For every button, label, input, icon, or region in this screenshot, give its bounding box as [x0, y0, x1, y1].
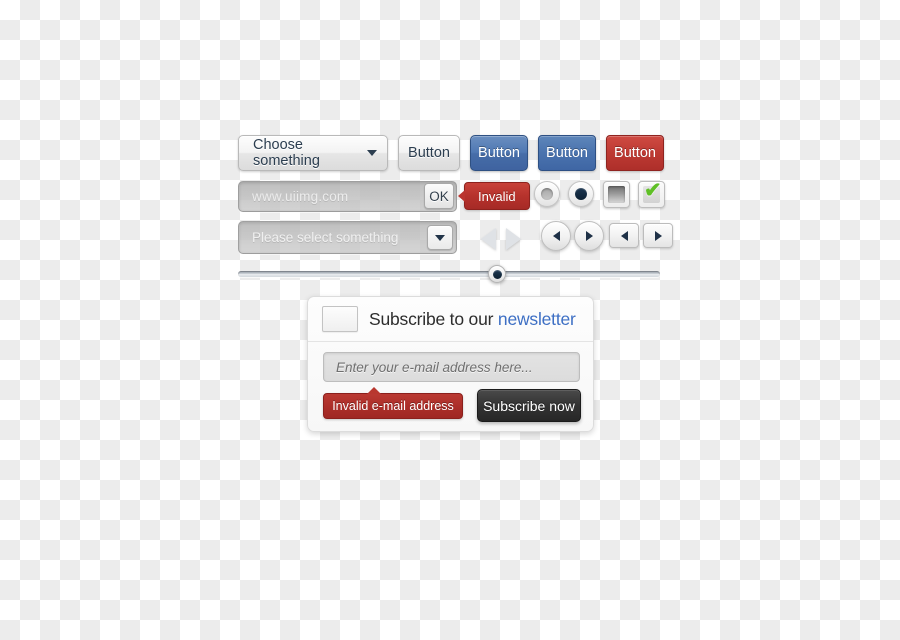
- subscribe-panel-header: Subscribe to our newsletter: [308, 297, 593, 342]
- slider-handle[interactable]: [488, 265, 507, 283]
- checkbox-inner-icon: [608, 186, 625, 203]
- red-button[interactable]: Button: [606, 135, 664, 171]
- checkbox-checked[interactable]: ✔: [638, 180, 665, 208]
- blue-button-primary[interactable]: Button: [470, 135, 528, 171]
- select-caret-button[interactable]: [427, 225, 453, 250]
- triangle-left-icon: [620, 230, 628, 241]
- radio-dot-filled-icon: [575, 188, 587, 200]
- email-input[interactable]: Enter your e-mail address here...: [323, 352, 580, 382]
- subscribe-title: Subscribe to our newsletter: [369, 309, 576, 330]
- email-input-placeholder: Enter your e-mail address here...: [336, 359, 533, 375]
- chevron-down-icon: [367, 150, 377, 156]
- chevron-down-icon: [435, 234, 445, 241]
- invalid-email-message: Invalid e-mail address: [323, 387, 463, 419]
- select-placeholder: Please select something: [252, 230, 399, 245]
- invalid-tooltip: Invalid: [458, 182, 530, 210]
- checkbox-inner-icon: ✔: [643, 180, 662, 203]
- slider-handle-core-icon: [492, 269, 502, 279]
- select-please-choose[interactable]: Please select something: [238, 221, 457, 254]
- slider-track[interactable]: [238, 271, 660, 277]
- check-mark-icon: ✔: [644, 179, 662, 202]
- triangle-right-icon[interactable]: [506, 228, 521, 250]
- checkbox-unchecked[interactable]: [603, 181, 630, 208]
- triangle-left-icon[interactable]: [481, 228, 496, 250]
- dropdown-label: Choose something: [253, 137, 320, 169]
- blue-button-secondary[interactable]: Button: [538, 135, 596, 171]
- rect-arrow-right-button[interactable]: [643, 223, 673, 248]
- triangle-left-icon: [552, 231, 560, 241]
- triangle-right-icon: [654, 230, 662, 241]
- ok-button[interactable]: OK: [424, 183, 454, 209]
- rect-arrow-left-button[interactable]: [609, 223, 639, 248]
- slider[interactable]: [238, 265, 660, 283]
- circle-arrow-right-button[interactable]: [574, 221, 604, 251]
- envelope-icon: [322, 306, 358, 332]
- subscribe-title-accent: newsletter: [497, 308, 576, 329]
- ui-kit-canvas: Choose something Button Button Button Bu…: [0, 0, 900, 640]
- radio-selected[interactable]: [568, 181, 594, 207]
- url-input-value: www.uiimg.com: [252, 189, 349, 204]
- subscribe-panel: Subscribe to our newsletter Enter your e…: [307, 296, 594, 432]
- circle-arrow-left-button[interactable]: [541, 221, 571, 251]
- radio-dot-icon: [541, 188, 553, 200]
- subscribe-title-main: Subscribe to our: [369, 308, 498, 329]
- radio-unselected[interactable]: [534, 181, 560, 207]
- plain-button[interactable]: Button: [398, 135, 460, 171]
- subscribe-now-button[interactable]: Subscribe now: [477, 389, 581, 422]
- dropdown-choose-something[interactable]: Choose something: [238, 135, 388, 171]
- triangle-right-icon: [585, 231, 593, 241]
